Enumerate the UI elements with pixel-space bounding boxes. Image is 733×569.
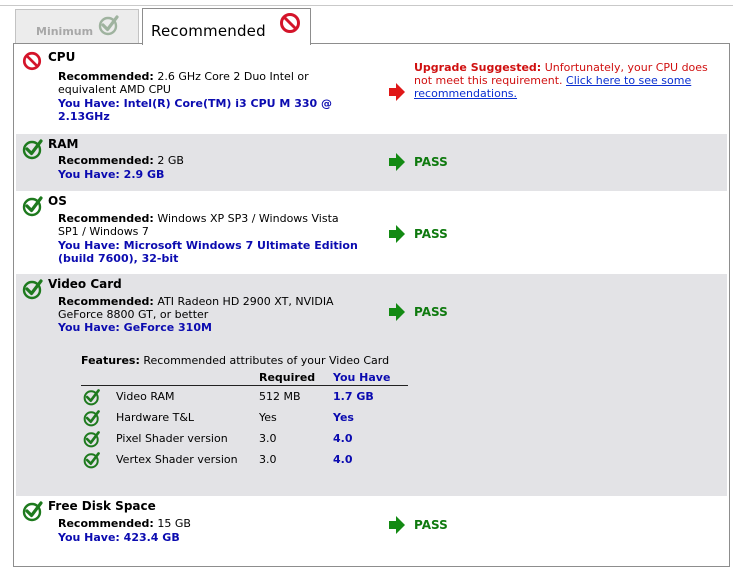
video-recommended-cont: GeForce 8800 GT, or better	[58, 308, 209, 321]
feature-have: 4.0	[333, 432, 353, 445]
disk-row: Free Disk Space Recommended: 15 GB You H…	[16, 496, 727, 562]
ram-have: You Have: 2.9 GB	[58, 168, 165, 181]
recommended-value: 2 GB	[153, 154, 184, 167]
check-icon	[83, 430, 101, 451]
green-arrow-icon	[388, 302, 406, 325]
video-recommended: Recommended: ATI Radeon HD 2900 XT, NVID…	[58, 295, 334, 308]
check-icon	[22, 138, 44, 163]
cpu-recommended: Recommended: 2.6 GHz Core 2 Duo Intel or	[58, 70, 309, 83]
tab-recommended[interactable]: Recommended	[142, 8, 311, 45]
os-row: OS Recommended: Windows XP SP3 / Windows…	[16, 191, 727, 274]
recommended-label: Recommended:	[58, 295, 154, 308]
feature-name: Pixel Shader version	[116, 432, 228, 445]
video-card-row: Video Card Recommended: ATI Radeon HD 29…	[16, 274, 727, 496]
recommendations-link-cont[interactable]: recommendations.	[414, 87, 517, 100]
col-have-header: You Have	[333, 371, 391, 384]
col-required-header: Required	[259, 371, 316, 384]
features-label: Features:	[81, 354, 140, 367]
ram-status: PASS	[414, 155, 448, 169]
ram-title: RAM	[48, 137, 79, 151]
recommended-label: Recommended:	[58, 517, 154, 530]
window-top-border	[0, 0, 733, 6]
os-recommended-cont: SP1 / Windows 7	[58, 225, 149, 238]
green-arrow-icon	[388, 224, 406, 247]
tab-minimum[interactable]: Minimum	[15, 9, 139, 43]
tab-recommended-label: Recommended	[151, 22, 266, 40]
cpu-have-cont: 2.13GHz	[58, 110, 110, 123]
check-icon	[83, 451, 101, 472]
recommended-value: 15 GB	[153, 517, 191, 530]
video-card-title: Video Card	[48, 277, 122, 291]
feature-have: 1.7 GB	[333, 390, 374, 403]
features-text: Recommended attributes of your Video Car…	[139, 354, 390, 367]
upgrade-label: Upgrade Suggested:	[414, 61, 542, 74]
feature-row: Video RAM 512 MB 1.7 GB	[81, 387, 411, 407]
cpu-row: CPU Recommended: 2.6 GHz Core 2 Duo Inte…	[16, 47, 727, 134]
check-icon	[98, 14, 120, 39]
cpu-upgrade-message: Upgrade Suggested: Unfortunately, your C…	[414, 61, 726, 100]
ram-recommended: Recommended: 2 GB	[58, 154, 184, 167]
check-icon	[22, 195, 44, 220]
recommended-value: ATI Radeon HD 2900 XT, NVIDIA	[153, 295, 334, 308]
check-icon	[83, 409, 101, 430]
feature-row: Pixel Shader version 3.0 4.0	[81, 429, 411, 449]
recommended-value: Windows XP SP3 / Windows Vista	[153, 212, 339, 225]
os-have-cont: (build 7600), 32-bit	[58, 252, 179, 265]
feature-required: Yes	[259, 411, 277, 424]
cpu-recommended-cont: equivalent AMD CPU	[58, 83, 171, 96]
feature-row: Hardware T&L Yes Yes	[81, 408, 411, 428]
features-heading: Features: Recommended attributes of your…	[81, 354, 389, 367]
disk-status: PASS	[414, 518, 448, 532]
requirements-panel: CPU Recommended: 2.6 GHz Core 2 Duo Inte…	[13, 43, 730, 567]
green-arrow-icon	[388, 515, 406, 538]
feature-name: Vertex Shader version	[116, 453, 238, 466]
recommended-label: Recommended:	[58, 70, 154, 83]
feature-required: 512 MB	[259, 390, 301, 403]
os-have: You Have: Microsoft Windows 7 Ultimate E…	[58, 239, 358, 252]
video-have: You Have: GeForce 310M	[58, 321, 212, 334]
disk-recommended: Recommended: 15 GB	[58, 517, 191, 530]
os-title: OS	[48, 194, 67, 208]
recommendations-link[interactable]: Click here to see some	[566, 74, 691, 87]
disk-title: Free Disk Space	[48, 499, 156, 513]
no-entry-icon	[22, 51, 42, 74]
feature-have: 4.0	[333, 453, 353, 466]
tab-minimum-label: Minimum	[36, 25, 94, 38]
feature-name: Video RAM	[116, 390, 175, 403]
check-icon	[22, 500, 44, 525]
disk-have: You Have: 423.4 GB	[58, 531, 180, 544]
cpu-title: CPU	[48, 50, 76, 64]
os-recommended: Recommended: Windows XP SP3 / Windows Vi…	[58, 212, 339, 225]
ram-row: RAM Recommended: 2 GB You Have: 2.9 GB P…	[16, 134, 727, 191]
check-icon	[83, 388, 101, 409]
os-status: PASS	[414, 227, 448, 241]
check-icon	[22, 278, 44, 303]
red-arrow-icon	[388, 82, 406, 105]
feature-name: Hardware T&L	[116, 411, 195, 424]
feature-row: Vertex Shader version 3.0 4.0	[81, 450, 411, 470]
recommended-label: Recommended:	[58, 212, 154, 225]
video-status: PASS	[414, 305, 448, 319]
features-divider	[81, 385, 408, 386]
feature-have: Yes	[333, 411, 354, 424]
feature-required: 3.0	[259, 432, 277, 445]
upgrade-text: Unfortunately, your CPU does	[541, 61, 708, 74]
feature-required: 3.0	[259, 453, 277, 466]
cpu-have: You Have: Intel(R) Core(TM) i3 CPU M 330…	[58, 97, 332, 110]
recommended-label: Recommended:	[58, 154, 154, 167]
no-entry-icon	[279, 12, 301, 37]
recommended-value: 2.6 GHz Core 2 Duo Intel or	[157, 70, 309, 83]
green-arrow-icon	[388, 152, 406, 175]
upgrade-text-cont: not meet this requirement.	[414, 74, 567, 87]
